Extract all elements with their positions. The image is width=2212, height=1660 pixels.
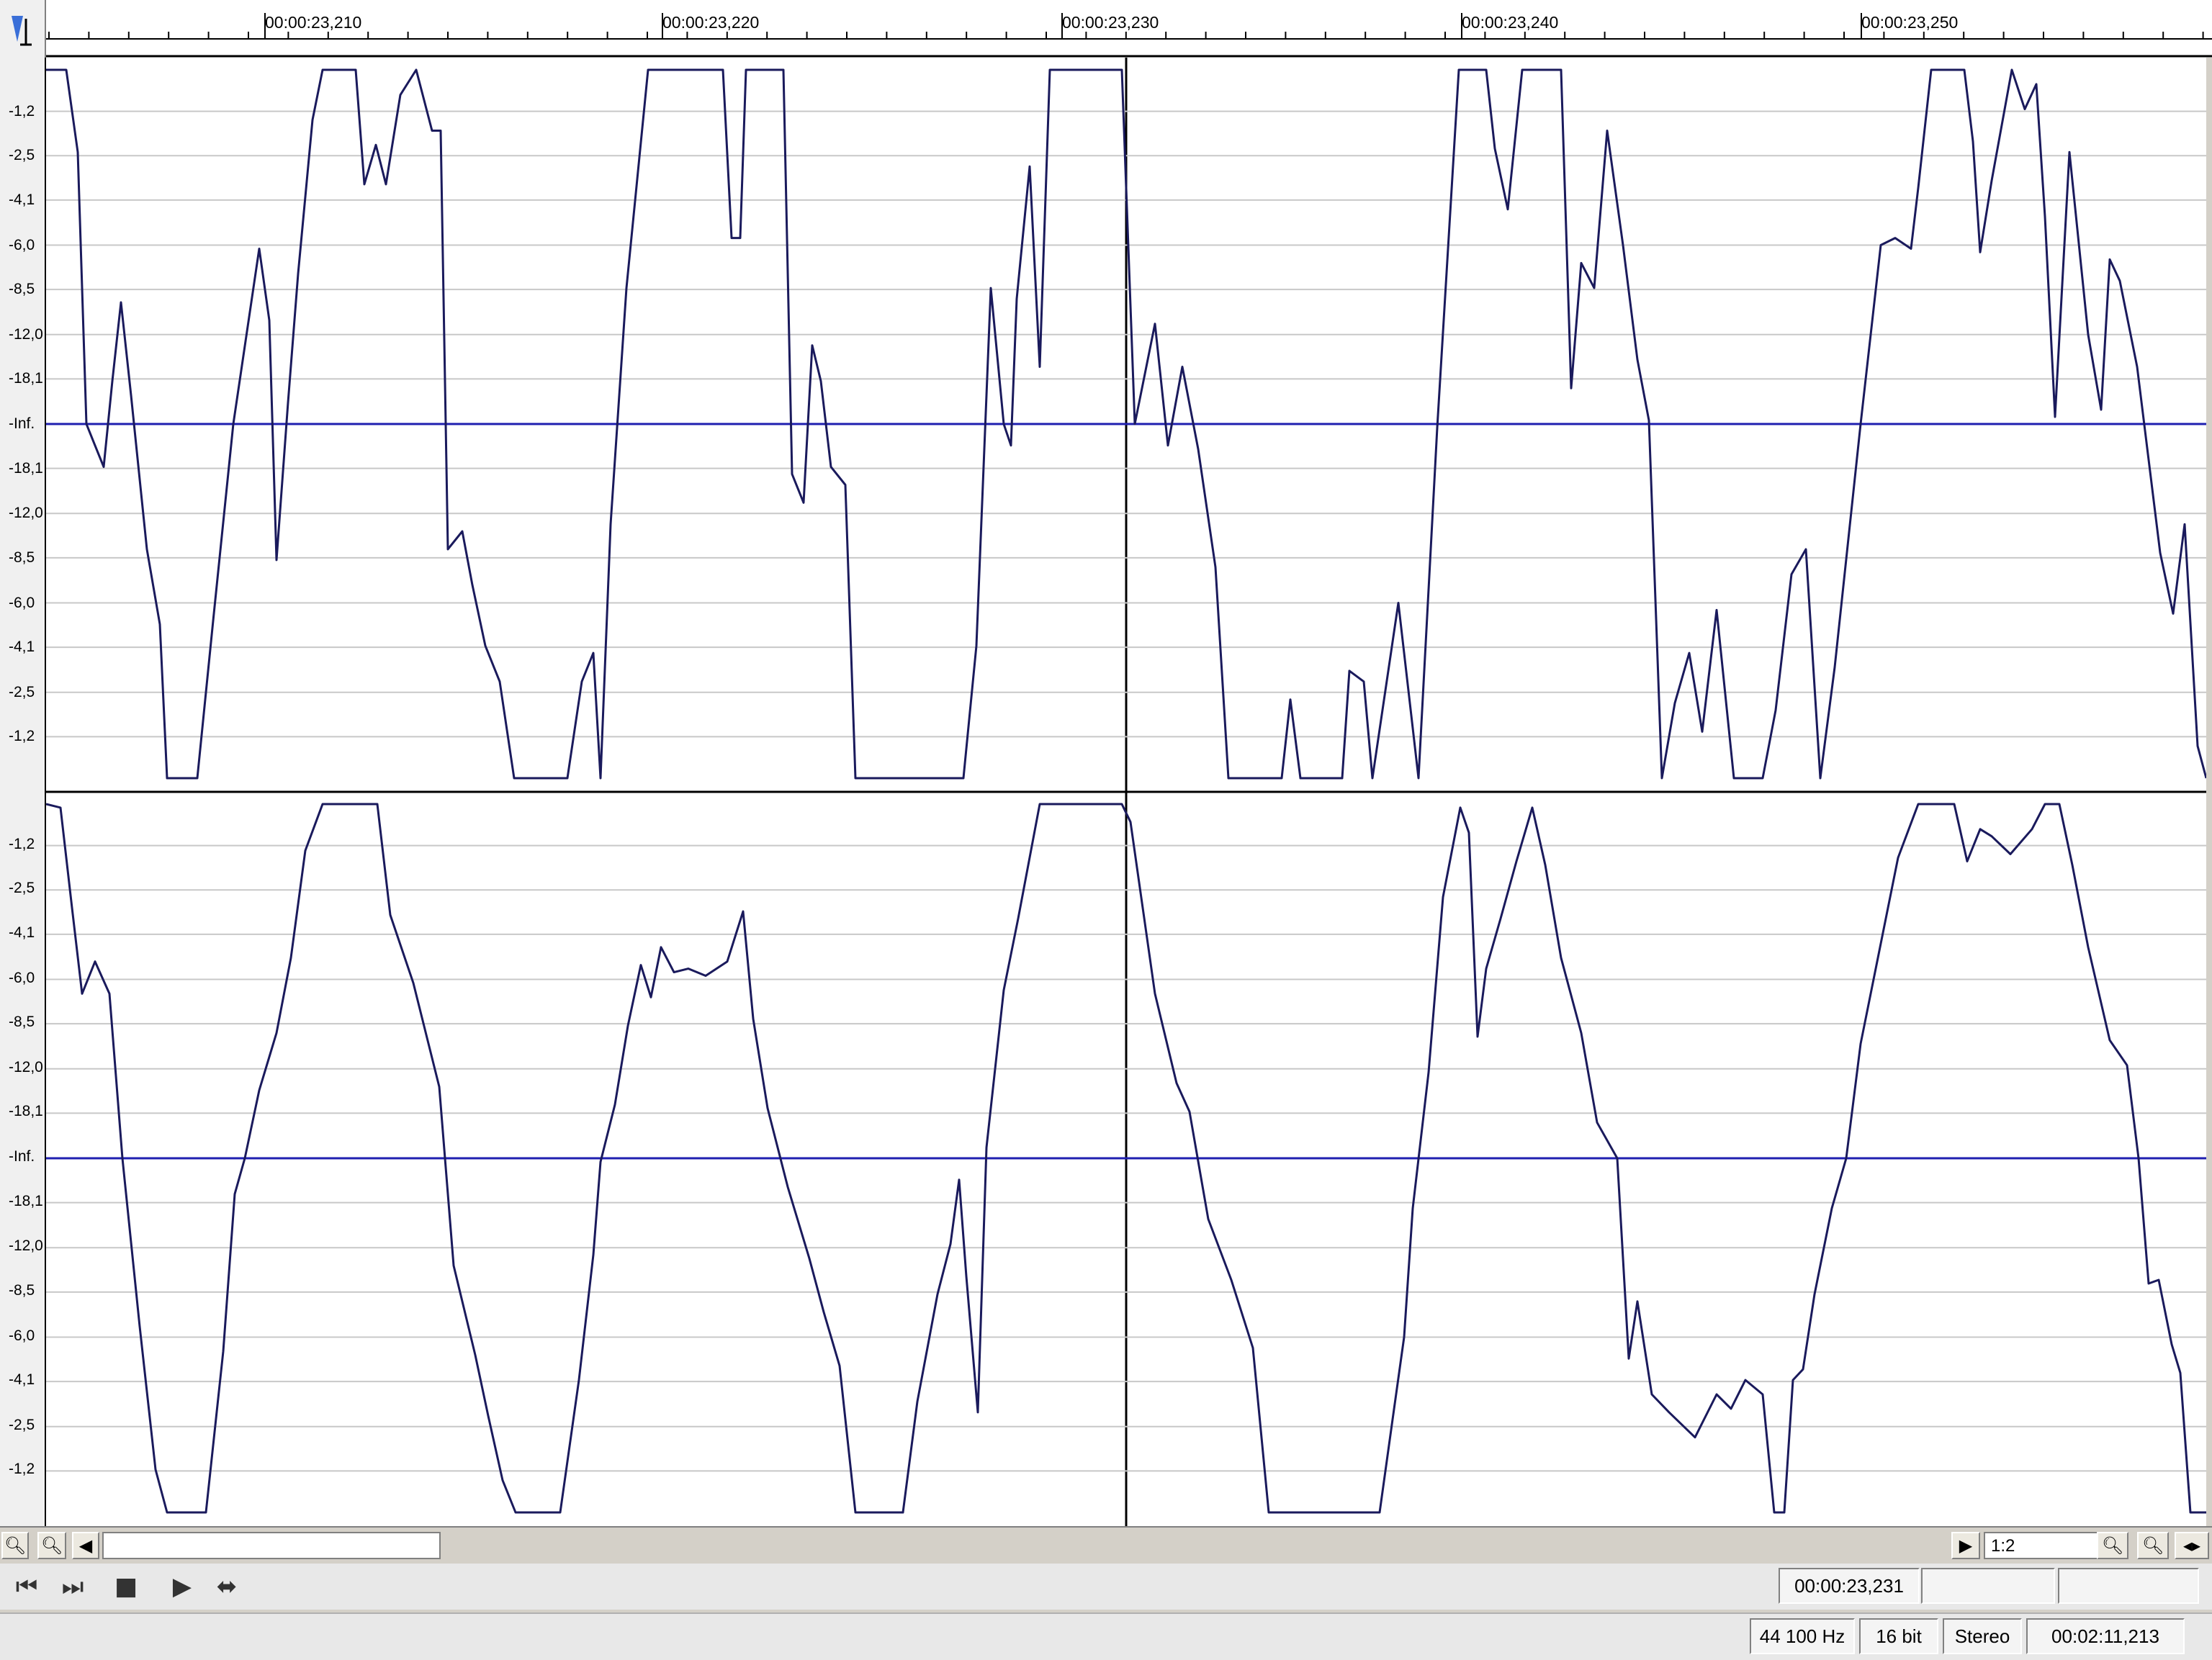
scale-level-label: -6,0 [9, 594, 35, 611]
zoom-ratio-field[interactable]: 1:2 [1984, 1532, 2099, 1559]
play-button[interactable]: ▶ [164, 1571, 200, 1602]
scale-level-label: -Inf. [9, 1148, 35, 1165]
level-scale: -1,2 -2,5 -4,1 -6,0 -8,5 -12,0 -18,1 -Inf. -18,1… [0, 58, 46, 1526]
scale-level-label: -2,5 [9, 683, 35, 700]
transport-bar: ⏮︎ ⏭︎ ■ ▶ ⬌ 00:00:23,231 [0, 1564, 2212, 1610]
scale-level-label: -6,0 [9, 969, 35, 986]
magnifier-icon: 🔍︎ [2101, 1535, 2124, 1556]
zoom-out-horizontal-button[interactable]: 🔍︎ [2137, 1532, 2169, 1559]
duration-field: 00:02:11,213 [2026, 1618, 2185, 1654]
channels-field: Stereo [1943, 1618, 2022, 1654]
zoom-out-vertical-button[interactable]: 🔍︎ [37, 1532, 66, 1559]
scale-level-label: -6,0 [9, 1327, 35, 1344]
scale-level-label: -1,2 [9, 1461, 35, 1478]
scale-level-label: -8,5 [9, 1014, 35, 1031]
ruler-time-label: 00:00:23,240 [1462, 13, 1559, 32]
loop-button[interactable]: ⬌ [209, 1571, 245, 1602]
scale-level-label: -6,0 [9, 236, 35, 253]
loop-icon: ⬌ [216, 1572, 238, 1601]
scroll-thumb[interactable] [102, 1532, 441, 1559]
position-field[interactable]: 00:00:23,231 [1779, 1568, 1920, 1604]
go-to-start-button[interactable]: ⏮︎ [9, 1571, 45, 1602]
time-ruler[interactable]: 00:00:23,210 00:00:23,220 00:00:23,230 00:0… [0, 0, 2212, 58]
scale-level-label: -4,1 [9, 639, 35, 656]
arrow-right-icon: ▶ [1959, 1535, 1973, 1556]
scale-level-label: -1,2 [9, 728, 35, 745]
zoom-full-button[interactable]: ◂▸ [2175, 1532, 2209, 1559]
scale-level-label: -8,5 [9, 1281, 35, 1299]
magnifier-icon: 🔍︎ [40, 1535, 63, 1556]
scale-level-label: -18,1 [9, 1192, 43, 1209]
status-bar: 44 100 Hz 16 bit Stereo 00:02:11,213 [0, 1612, 2212, 1660]
scale-level-label: -2,5 [9, 147, 35, 164]
ruler-time-label: 00:00:23,210 [265, 13, 362, 32]
selection-end-field[interactable] [2058, 1568, 2199, 1604]
scale-level-label: -4,1 [9, 924, 35, 941]
scale-level-label: -18,1 [9, 370, 43, 387]
expand-horizontal-icon: ◂▸ [2182, 1535, 2201, 1556]
ruler-time-label: 00:00:23,220 [662, 13, 760, 32]
skip-forward-icon: ⏭︎ [61, 1572, 84, 1601]
waveform-canvas[interactable] [46, 58, 2206, 1526]
magnifier-icon: 🔍︎ [4, 1535, 27, 1556]
scale-level-label: -12,0 [9, 505, 43, 522]
scroll-right-button[interactable]: ▶ [1951, 1532, 1980, 1559]
scale-level-label: -18,1 [9, 1103, 43, 1120]
zoom-in-vertical-button[interactable]: 🔍︎ [1, 1532, 29, 1559]
selection-start-field[interactable] [1921, 1568, 2055, 1604]
zoom-in-horizontal-button[interactable]: 🔍︎ [2097, 1532, 2128, 1559]
skip-back-icon: ⏮︎ [15, 1572, 38, 1601]
scale-level-label: -12,0 [9, 325, 43, 343]
bit-depth-field: 16 bit [1859, 1618, 1938, 1654]
scale-level-label: -4,1 [9, 191, 35, 208]
scale-level-label: -12,0 [9, 1058, 43, 1075]
stop-button[interactable]: ■ [108, 1571, 144, 1602]
arrow-left-icon: ◀ [78, 1535, 93, 1556]
horizontal-scrollbar[interactable]: 🔍︎ 🔍︎ ◀ ▶ 1:2 🔍︎ 🔍︎ ◂▸ [0, 1526, 2212, 1564]
scale-level-label: -2,5 [9, 1416, 35, 1433]
scale-level-label: -1,2 [9, 835, 35, 852]
sample-rate-field: 44 100 Hz [1750, 1618, 1855, 1654]
scale-level-label: -18,1 [9, 459, 43, 477]
ruler-time-label: 00:00:23,250 [1861, 13, 1959, 32]
scale-level-label: -12,0 [9, 1237, 43, 1255]
stop-icon: ■ [114, 1572, 138, 1601]
scroll-left-button[interactable]: ◀ [72, 1532, 99, 1559]
ruler-time-label: 00:00:23,230 [1062, 13, 1159, 32]
play-icon: ▶ [172, 1572, 192, 1601]
scale-level-label: -2,5 [9, 880, 35, 897]
scale-level-label: -8,5 [9, 281, 35, 298]
scale-level-label: -1,2 [9, 102, 35, 119]
scale-level-label: -Inf. [9, 415, 35, 432]
magnifier-icon: 🔍︎ [2141, 1535, 2164, 1556]
scale-level-label: -4,1 [9, 1371, 35, 1389]
go-to-end-button[interactable]: ⏭︎ [55, 1571, 91, 1602]
waveform-view[interactable] [46, 58, 2206, 1526]
scale-level-label: -8,5 [9, 549, 35, 566]
